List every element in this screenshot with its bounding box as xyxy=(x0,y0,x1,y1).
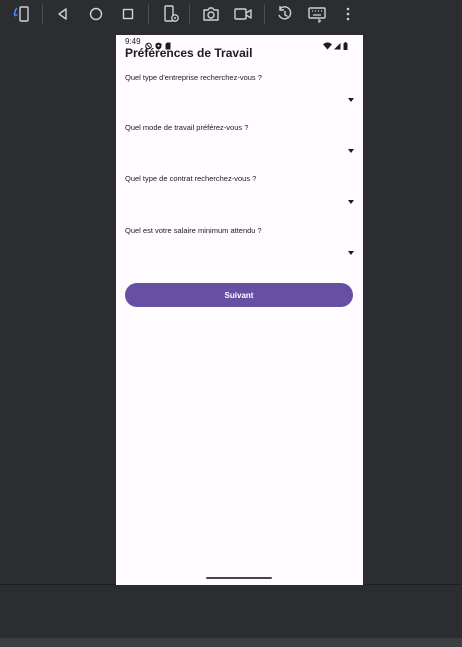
overview-icon[interactable] xyxy=(117,3,139,25)
device-settings-icon[interactable] xyxy=(160,3,182,25)
battery-icon xyxy=(343,37,348,55)
company-type-dropdown[interactable] xyxy=(125,92,354,110)
emulator-bottom-panel xyxy=(0,585,462,638)
dropdown-arrow-icon xyxy=(348,149,354,153)
wifi-icon xyxy=(323,37,332,55)
min-salary-dropdown[interactable] xyxy=(125,245,354,263)
phone-screen: 9:49 Préférences de Travail Quel type d'… xyxy=(116,35,363,585)
signal-icon xyxy=(334,37,341,55)
more-icon[interactable] xyxy=(337,3,359,25)
keyboard-icon[interactable] xyxy=(306,3,328,25)
question-company-type-label: Quel type d'entreprise recherchez-vous ? xyxy=(125,73,262,82)
rotate-icon[interactable] xyxy=(11,3,33,25)
ide-status-strip xyxy=(0,638,462,647)
dropdown-arrow-icon xyxy=(348,98,354,102)
work-mode-dropdown[interactable] xyxy=(125,143,354,161)
page-title: Préférences de Travail xyxy=(125,46,253,60)
gesture-home-bar[interactable] xyxy=(206,577,272,579)
dropdown-arrow-icon xyxy=(348,200,354,204)
home-icon[interactable] xyxy=(85,3,107,25)
snapshot-icon[interactable] xyxy=(274,3,296,25)
emulator-toolbar xyxy=(0,0,462,28)
question-contract-type-label: Quel type de contrat recherchez-vous ? xyxy=(125,174,257,183)
contract-type-dropdown[interactable] xyxy=(125,194,354,212)
dropdown-arrow-icon xyxy=(348,251,354,255)
video-icon[interactable] xyxy=(232,3,254,25)
camera-icon[interactable] xyxy=(200,3,222,25)
next-button[interactable]: Suivant xyxy=(125,283,353,307)
back-icon[interactable] xyxy=(52,3,74,25)
status-time: 9:49 xyxy=(125,37,141,46)
question-work-mode-label: Quel mode de travail préférez-vous ? xyxy=(125,123,249,132)
question-min-salary-label: Quel est votre salaire minimum attendu ? xyxy=(125,226,262,235)
